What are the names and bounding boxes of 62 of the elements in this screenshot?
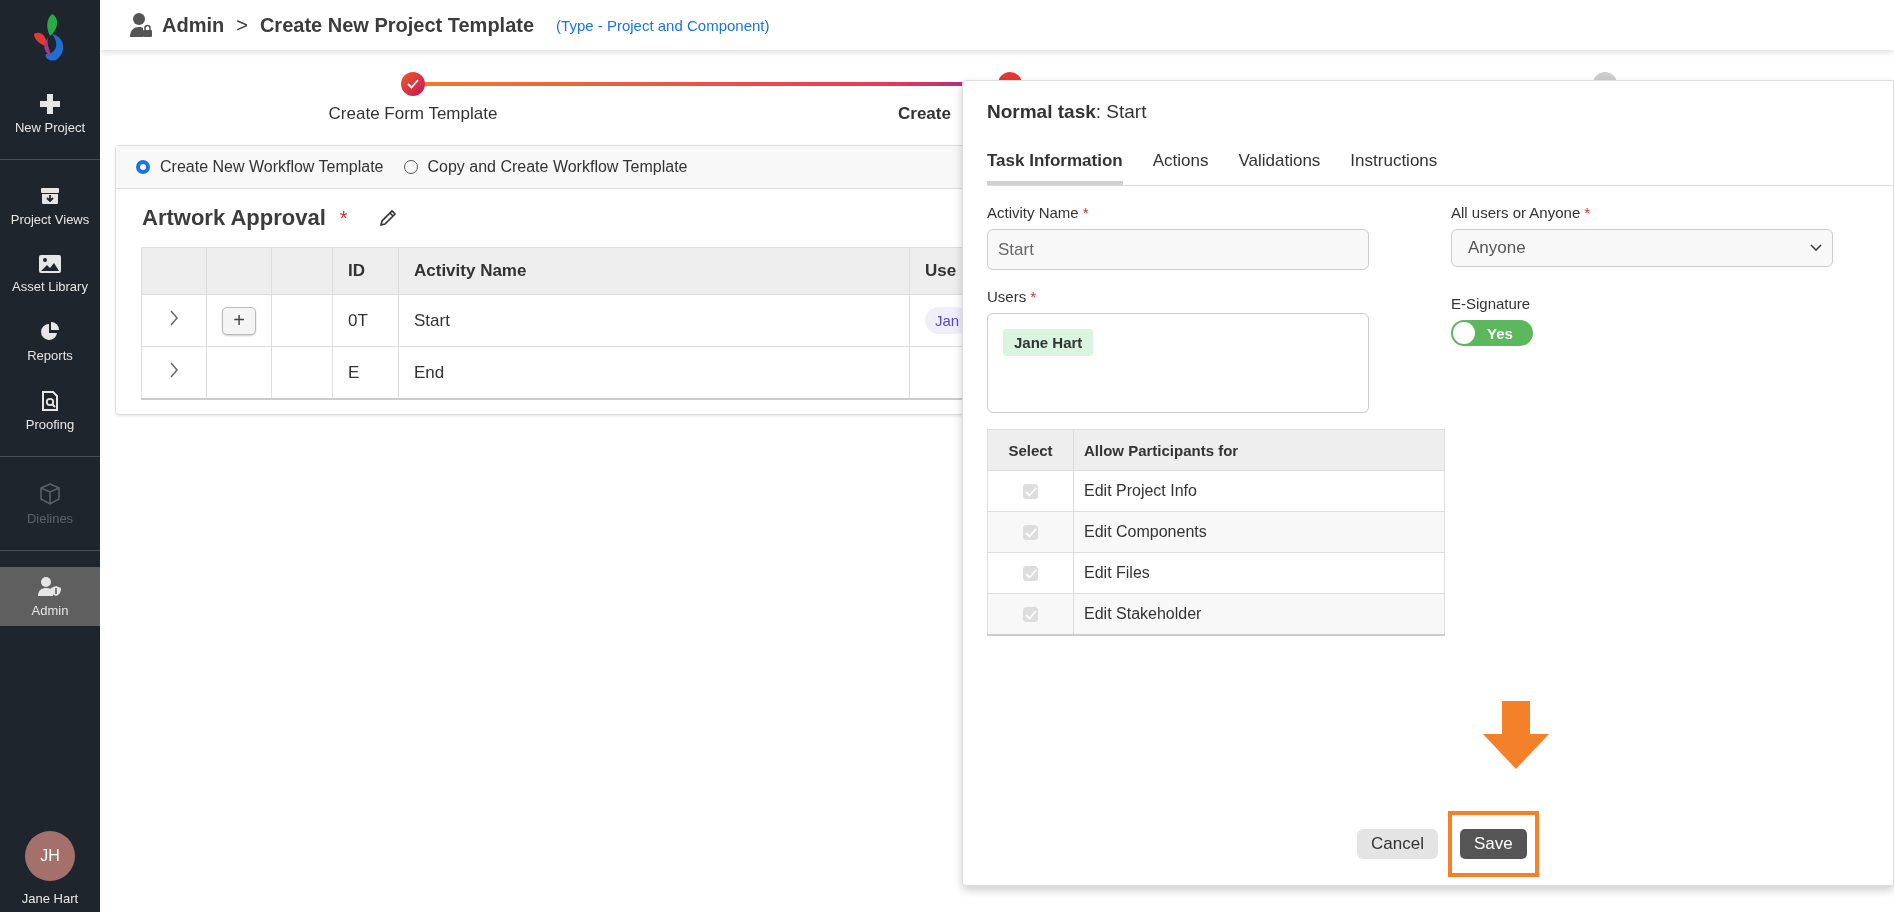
field-label: Activity Name (987, 204, 1079, 221)
nav-item[interactable]: New Project (0, 84, 100, 143)
workflow-name: Artwork Approval (142, 205, 326, 231)
field-label: Users (987, 288, 1027, 305)
template-type-note: (Type - Project and Component) (556, 16, 770, 34)
edit-icon[interactable] (377, 208, 398, 228)
user-name: Jane Hart (20, 891, 80, 906)
document-search-icon (41, 391, 59, 411)
expand-chevron-icon[interactable] (169, 361, 179, 379)
nav-item[interactable]: Admin (0, 567, 100, 626)
image-icon (39, 255, 61, 273)
add-button[interactable]: + (222, 306, 256, 335)
step-label: Create Form Template (328, 104, 498, 124)
chevron-down-icon (1810, 244, 1822, 252)
save-button[interactable]: Save (1459, 829, 1527, 859)
required-mark: * (1030, 288, 1036, 305)
table-cell: End (398, 346, 910, 399)
workflow-radio-option[interactable]: Create New Workflow Template (136, 158, 384, 176)
table-cell: Start (398, 294, 910, 347)
users-field[interactable]: Jane Hart (987, 313, 1369, 413)
required-mark: * (1584, 204, 1591, 221)
assignment-dropdown[interactable]: Anyone (1451, 229, 1833, 267)
nav-item[interactable]: Asset Library (0, 245, 100, 302)
box-icon (39, 483, 61, 505)
table-cell: Edit Stakeholder (1073, 593, 1445, 635)
user-shield-icon (38, 577, 62, 597)
table-cell: Edit Components (1073, 511, 1445, 553)
nav-item[interactable]: Reports (0, 312, 100, 371)
table-cell: 0T (332, 294, 399, 347)
archive-icon (40, 186, 60, 206)
user-chip: Jane Hart (1003, 329, 1094, 356)
nav-item[interactable]: Proofing (0, 381, 100, 440)
column-header: Activity Name (398, 247, 910, 295)
column-header: ID (332, 247, 399, 295)
activity-name-field[interactable]: Start (987, 229, 1369, 270)
field-label: E-Signature (1451, 295, 1531, 312)
expand-chevron-icon[interactable] (169, 309, 179, 327)
table-cell: Edit Files (1073, 552, 1445, 594)
page-title: Create New Project Template (259, 13, 535, 37)
field-label: All users or Anyone (1451, 204, 1581, 221)
user-lock-icon (130, 13, 152, 37)
table-cell: E (332, 346, 399, 399)
tab[interactable]: Instructions (1350, 151, 1438, 185)
tab[interactable]: Actions (1152, 151, 1209, 185)
plus-icon (40, 94, 60, 114)
column-header: Select (987, 429, 1074, 471)
breadcrumb-separator: > (236, 13, 248, 37)
annotation-arrow (1481, 701, 1551, 771)
workflow-radio-option[interactable]: Copy and Create Workflow Template (403, 158, 688, 176)
table-cell: Edit Project Info (1073, 470, 1445, 512)
tab[interactable]: Validations (1238, 151, 1321, 185)
user-avatar[interactable]: JH (25, 831, 75, 881)
drawer-title: Normal task: Start (987, 101, 1147, 123)
required-mark: * (339, 206, 348, 230)
column-header: Allow Participants for (1073, 429, 1445, 471)
breadcrumb-link[interactable]: Admin (162, 13, 225, 37)
pie-chart-icon (40, 322, 60, 342)
nav-item[interactable]: Project Views (0, 176, 100, 235)
tab[interactable]: Task Information (987, 151, 1123, 185)
required-mark: * (1082, 204, 1089, 221)
step-label: Create (898, 104, 951, 124)
cancel-button[interactable]: Cancel (1357, 829, 1438, 859)
